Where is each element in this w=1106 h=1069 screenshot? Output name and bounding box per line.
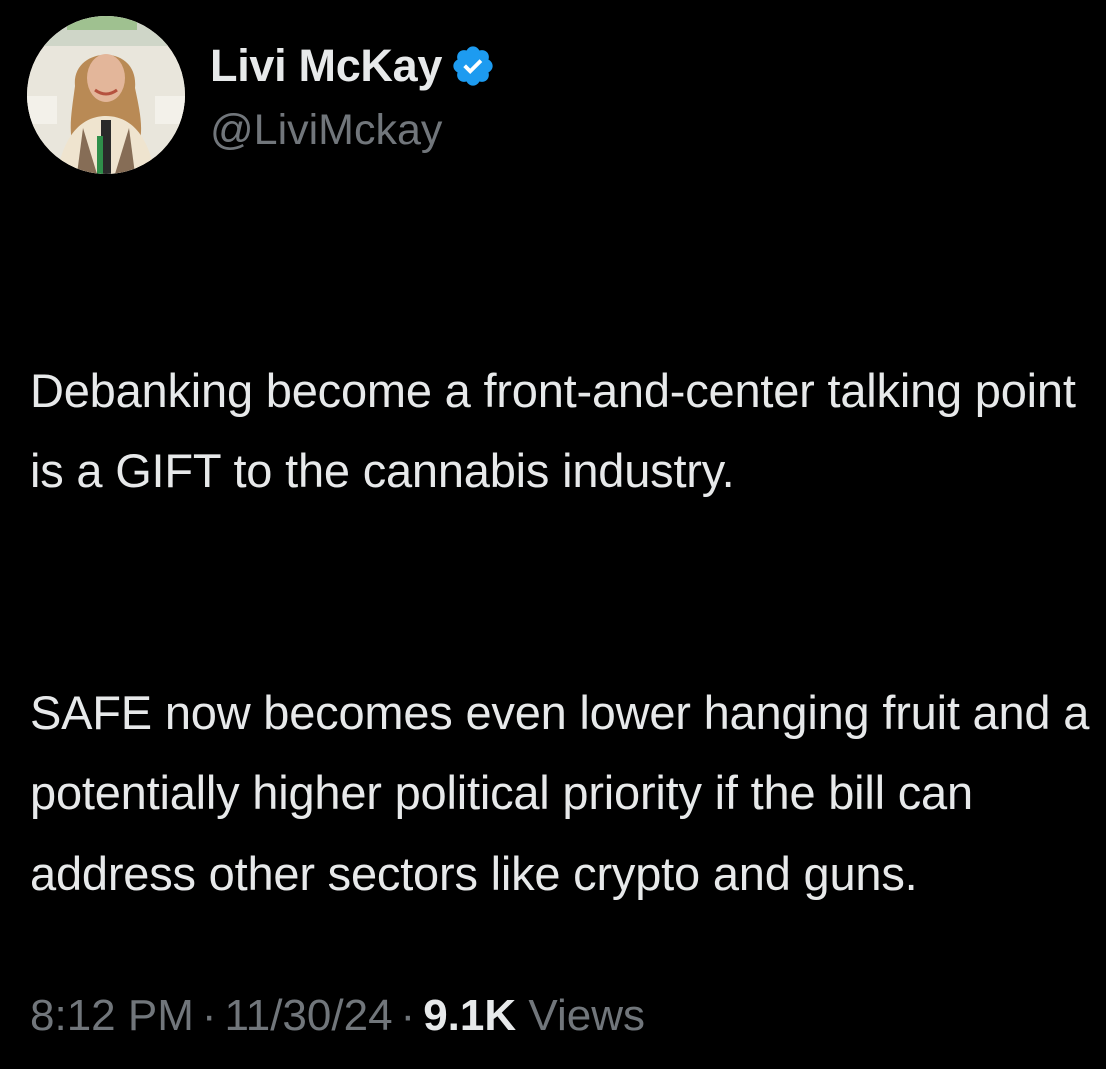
avatar[interactable] bbox=[27, 16, 185, 174]
author-display-name[interactable]: Livi McKay bbox=[210, 38, 442, 94]
tweet-date[interactable]: 11/30/24 bbox=[225, 991, 393, 1040]
author-name-row[interactable]: Livi McKay bbox=[210, 38, 496, 94]
views-count[interactable]: 9.1K bbox=[423, 991, 516, 1040]
profile-photo-icon bbox=[27, 16, 185, 174]
tweet-metadata: 8:12 PM · 11/30/24 · 9.1K Views bbox=[30, 986, 645, 1046]
verified-badge-icon bbox=[450, 43, 496, 89]
author-handle[interactable]: @LiviMckay bbox=[210, 102, 442, 158]
tweet-time[interactable]: 8:12 PM bbox=[30, 991, 194, 1040]
views-label: Views bbox=[528, 991, 645, 1040]
tweet-card: Livi McKay @LiviMckay Debanking become a… bbox=[0, 0, 1106, 1069]
tweet-paragraph: Debanking become a front-and-center talk… bbox=[30, 363, 1076, 498]
separator: · bbox=[201, 991, 217, 1040]
tweet-paragraph: SAFE now becomes even lower hanging frui… bbox=[30, 685, 1090, 900]
separator: · bbox=[400, 991, 416, 1040]
tweet-body: Debanking become a front-and-center talk… bbox=[30, 270, 1090, 995]
